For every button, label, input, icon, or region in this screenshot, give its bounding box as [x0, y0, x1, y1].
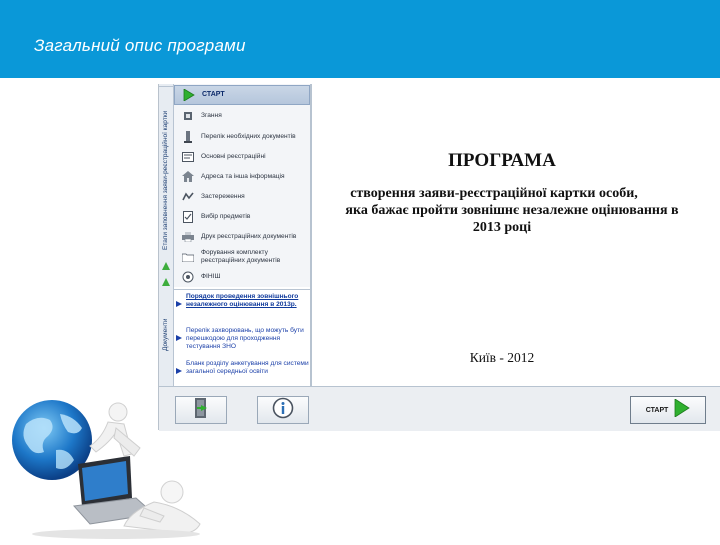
play-icon — [183, 89, 195, 101]
address-icon — [182, 171, 194, 183]
doc-link-diseases[interactable]: Перелік захворювань, що можуть бути пере… — [176, 327, 310, 351]
menu-item-subjects[interactable]: Вибір предметів — [174, 211, 310, 223]
doc-link-procedure[interactable]: Порядок проведення зовнішнього незалежно… — [176, 293, 310, 312]
menu-item-label: Адреса та інша інформація — [201, 173, 285, 180]
vertical-tabs: Етапи заповнення заяви-реєстраційної кар… — [159, 84, 174, 386]
arrow-bullet-icon — [176, 294, 186, 312]
vtab-documents[interactable]: Документи — [159, 289, 173, 381]
program-subtitle-line-2: яка бажає пройти зовнішнє незалежне оцін… — [345, 203, 679, 218]
program-subtitle-line-3: 2013 році — [472, 220, 532, 235]
start-button-label: СТАРТ — [645, 406, 669, 414]
arrow-up-icon[interactable] — [162, 262, 170, 270]
documents-icon — [182, 131, 194, 143]
menu-item-documents-list[interactable]: Перелік необхідних документів — [174, 127, 310, 147]
finish-icon — [182, 271, 194, 283]
menu-item-registration[interactable]: Основні реєстраційні — [174, 151, 310, 163]
program-subtitle-line-1: створення заяви-реєстраційної картки осо… — [350, 186, 638, 201]
menu-item-label: Вибір предметів — [201, 213, 251, 220]
checklist-icon — [182, 211, 194, 223]
menu-item-finish[interactable]: ФІНІШ — [174, 271, 310, 283]
doc-link-survey[interactable]: Бланк розділу анкетування для системи за… — [176, 360, 310, 379]
print-icon — [182, 231, 194, 243]
info-circle-icon — [272, 397, 294, 424]
doc-link-label: Перелік захворювань, що можуть бути пере… — [186, 327, 304, 350]
menu-item-label: Застереження — [201, 193, 245, 200]
menu-item-label: Згання — [201, 112, 222, 119]
doc-link-label: Порядок проведення зовнішнього незалежно… — [186, 293, 299, 308]
menu-item-label: Форування комплекту реєстраційних докуме… — [201, 249, 281, 264]
menu-item-label: СТАРТ — [202, 91, 225, 98]
arrow-bullet-icon — [176, 328, 186, 351]
doc-link-label: Бланк розділу анкетування для системи за… — [186, 360, 309, 375]
info-icon — [182, 110, 194, 122]
vtab-stages[interactable]: Етапи заповнення заяви-реєстраційної кар… — [159, 86, 173, 273]
menu-item-warning[interactable]: Застереження — [174, 191, 310, 203]
globe-laptop-clipart — [4, 398, 204, 540]
slide-header: Загальний опис програми — [0, 0, 720, 78]
folder-icon — [182, 251, 194, 263]
content-pane: ПРОГРАМА створення заяви-реєстраційної к… — [312, 84, 720, 386]
menu-item-start[interactable]: СТАРТ — [174, 85, 310, 105]
menu-item-address[interactable]: Адреса та інша інформація — [174, 171, 310, 183]
app-window: Етапи заповнення заяви-реєстраційної кар… — [158, 84, 720, 431]
documents-panel: Порядок проведення зовнішнього незалежно… — [174, 289, 310, 388]
arrow-bullet-icon — [176, 361, 186, 379]
play-icon — [674, 397, 691, 422]
start-button[interactable]: СТАРТ — [630, 396, 706, 424]
menu-item-print[interactable]: Друк реєстраційних документів — [174, 228, 310, 246]
menu-item-info[interactable]: Згання — [174, 110, 310, 122]
slide-title: Загальний опис програми — [34, 36, 246, 55]
program-footer: Київ - 2012 — [469, 350, 535, 365]
form-icon — [182, 151, 194, 163]
stages-menu: СТАРТ Згання Перелік необхідних документ… — [174, 84, 310, 287]
menu-item-package[interactable]: Форування комплекту реєстраційних докуме… — [174, 248, 310, 266]
menu-item-label: Основні реєстраційні — [201, 153, 266, 160]
info-button[interactable] — [257, 396, 309, 424]
menu-item-label: ФІНІШ — [201, 273, 221, 280]
program-title: ПРОГРАМА — [448, 150, 556, 171]
warning-icon — [182, 191, 194, 203]
menu-item-label: Друк реєстраційних документів — [201, 233, 297, 240]
bottom-toolbar: СТАРТ — [159, 386, 720, 431]
menu-item-label: Перелік необхідних документів — [201, 133, 296, 140]
arrow-up-icon[interactable] — [162, 278, 170, 286]
